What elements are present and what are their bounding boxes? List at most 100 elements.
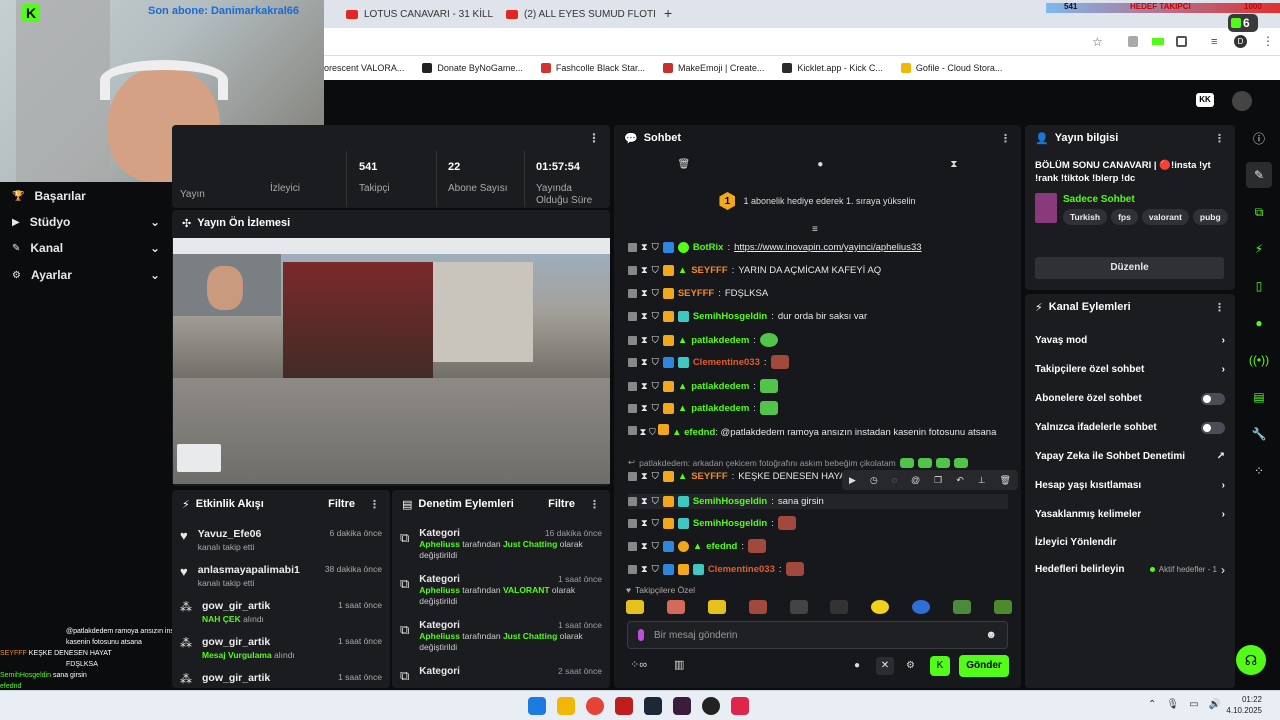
log-icon[interactable]: ▤: [1246, 384, 1272, 410]
shield-icon[interactable]: ⛉: [652, 311, 659, 322]
sidebar-item-achievements[interactable]: 🏆 Başarılar: [12, 183, 160, 209]
trash-icon[interactable]: [628, 289, 637, 298]
browser-tab[interactable]: (2) ALL EYES SUMUD FLOTILLA ✕: [506, 4, 656, 24]
chat-message[interactable]: ⧗ ⛉ ▲ patlakdedem:: [628, 333, 778, 347]
reply-preview[interactable]: ↩ patlakdedem: arkadan çekicem fotoğrafı…: [628, 457, 968, 468]
points-icon[interactable]: ⁘: [1246, 458, 1272, 484]
trash-icon[interactable]: [628, 335, 637, 345]
new-tab-button[interactable]: +: [664, 5, 672, 21]
browser-tab[interactable]: LOTUS CANAVARI - 31 KİLL - Y ✕: [346, 4, 496, 24]
sidebar-item-channel[interactable]: ✎ Kanal ⌄: [12, 235, 160, 261]
shield-icon[interactable]: ⛉: [652, 403, 659, 414]
chat-message[interactable]: ⧗ ⛉ ▲ SEYFFF: KEŞKE DENESEN HAYAT: [628, 471, 851, 482]
followers-only-action[interactable]: Takipçilere özel sohbet ›: [1025, 355, 1235, 384]
timeout-icon[interactable]: ⧗: [641, 403, 648, 414]
timeout-icon[interactable]: ⧗: [641, 564, 648, 575]
bookmark[interactable]: MakeEmoji | Create...: [662, 63, 764, 73]
bookmark[interactable]: Fashcolle Black Star...: [540, 63, 645, 73]
chat-message[interactable]: ⧗ ⛉ ▲ patlakdedem:: [628, 379, 778, 393]
emote-icon[interactable]: [707, 600, 726, 614]
chrome-icon[interactable]: [586, 697, 604, 715]
more-options-icon[interactable]: ⋮: [1000, 132, 1011, 145]
clip-icon[interactable]: ⧉: [1246, 199, 1272, 225]
goals-action[interactable]: Hedefleri belirleyin Aktif hedefler - 1 ›: [1025, 555, 1235, 584]
app-icon[interactable]: [615, 697, 633, 715]
sidebar-item-studio[interactable]: ▶ Stüdyo ⌄: [12, 209, 160, 235]
pinned-toggle-icon[interactable]: ≡: [812, 224, 818, 235]
sidebar-item-settings[interactable]: ⚙ Ayarlar ⌄: [12, 262, 160, 288]
microphone-icon[interactable]: [638, 629, 644, 641]
chat-message[interactable]: ⧗ ⛉ SemihHosgeldin:: [628, 516, 796, 530]
timeout-icon[interactable]: ⧗: [641, 311, 648, 322]
clock[interactable]: 01:22 4.10.2025: [1222, 694, 1262, 716]
ai-moderation-action[interactable]: Yapay Zeka ile Sohbet Denetimi ↗: [1025, 442, 1235, 471]
browser-menu-icon[interactable]: ⋮: [1262, 34, 1274, 48]
profile-avatar[interactable]: D: [1234, 35, 1247, 48]
shield-icon[interactable]: ⛉: [652, 242, 659, 253]
timeout-icon[interactable]: ⧗: [641, 242, 648, 253]
timeout-icon[interactable]: ⧗: [641, 471, 648, 482]
bookmark[interactable]: Gofile - Cloud Stora...: [900, 63, 1002, 73]
pin-icon[interactable]: ⊥: [978, 475, 986, 486]
trash-icon[interactable]: [628, 518, 637, 528]
help-button[interactable]: ☊: [1236, 645, 1266, 675]
emote-icon[interactable]: [666, 600, 685, 614]
trash-icon[interactable]: [628, 564, 637, 574]
edit-icon[interactable]: ✎: [1246, 162, 1272, 188]
shield-icon[interactable]: ⛉: [652, 357, 659, 368]
trash-icon[interactable]: [628, 357, 637, 367]
timeout-icon[interactable]: ⧗: [641, 288, 648, 299]
avatar[interactable]: [1232, 91, 1252, 111]
chevron-up-icon[interactable]: ⌃: [1148, 699, 1156, 710]
emotes-only-action[interactable]: Yalnızca ifadelerle sohbet: [1025, 413, 1235, 442]
filter-button[interactable]: Filtre: [548, 498, 575, 511]
broadcast-icon[interactable]: ((•)): [1246, 347, 1272, 373]
steam-icon[interactable]: [644, 697, 662, 715]
wrench-icon[interactable]: 🔧: [1246, 421, 1272, 447]
bookmark[interactable]: lorescent VALORA...: [322, 63, 404, 73]
chat-message[interactable]: ⧗ ⛉ SEYFFF: FDŞLKSA: [628, 288, 768, 299]
chat-message[interactable]: ⧗ ⛉ BotRix: https://www.inovapin.com/yayi…: [628, 242, 922, 253]
stream-preview-video[interactable]: [173, 238, 610, 484]
gear-icon[interactable]: ⚙: [906, 660, 915, 671]
emote-icon[interactable]: [912, 600, 931, 614]
hourglass-icon[interactable]: ⧗: [950, 159, 957, 170]
microphone-icon[interactable]: 🎙: [1166, 699, 1179, 710]
hide-icon[interactable]: ◌: [892, 475, 897, 485]
timeout-icon[interactable]: ⧗: [641, 541, 648, 552]
timeout-icon[interactable]: ⧗: [641, 335, 648, 346]
shield-icon[interactable]: ⛉: [652, 541, 659, 552]
emote-icon[interactable]: [626, 600, 644, 614]
shield-icon[interactable]: ⛉: [652, 265, 659, 276]
bookmark[interactable]: Kicklet.app - Kick C...: [782, 63, 883, 73]
host-action[interactable]: İzleyici Yönlendir: [1025, 529, 1235, 555]
shield-icon[interactable]: ⛉: [652, 518, 659, 529]
chat-message[interactable]: ⧗ ⛉ SemihHosgeldin: sana girsin: [628, 494, 1008, 509]
emoji-icon[interactable]: ☻: [985, 629, 997, 641]
windows-start-icon[interactable]: [528, 697, 546, 715]
timeout-icon[interactable]: ⧗: [641, 496, 648, 507]
play-icon[interactable]: ▶: [849, 475, 856, 486]
info-icon[interactable]: ⓘ: [1246, 125, 1272, 151]
chat-message[interactable]: ⧗ ⛉ ▲ patlakdedem:: [628, 401, 778, 415]
subscribers-only-action[interactable]: Abonelere özel sohbet: [1025, 384, 1235, 413]
trash-icon[interactable]: [628, 426, 637, 435]
emote-icon[interactable]: [953, 600, 971, 614]
network-icon[interactable]: ▭: [1189, 699, 1198, 710]
emote-icon[interactable]: [789, 600, 808, 614]
trash-icon[interactable]: [628, 243, 637, 252]
puzzle-icon[interactable]: [1176, 36, 1187, 47]
app-icon[interactable]: [673, 697, 691, 715]
emote-icon[interactable]: [748, 600, 767, 614]
more-options-icon[interactable]: ⋮: [1214, 301, 1225, 314]
edit-button[interactable]: Düzenle: [1035, 257, 1224, 279]
more-options-icon[interactable]: ⋮: [1214, 132, 1225, 145]
trash-icon[interactable]: [628, 381, 637, 391]
shield-icon[interactable]: [1128, 36, 1138, 47]
shield-icon[interactable]: ⛉: [652, 564, 659, 575]
chat-message[interactable]: ⧗ ⛉ Clementine033:: [628, 355, 789, 369]
account-age-action[interactable]: Hesap yaşı kısıtlaması ›: [1025, 471, 1235, 500]
reading-list-icon[interactable]: ≡: [1211, 36, 1217, 48]
copy-icon[interactable]: ❐: [934, 475, 942, 486]
points-icon[interactable]: ⁘∞: [630, 658, 647, 671]
